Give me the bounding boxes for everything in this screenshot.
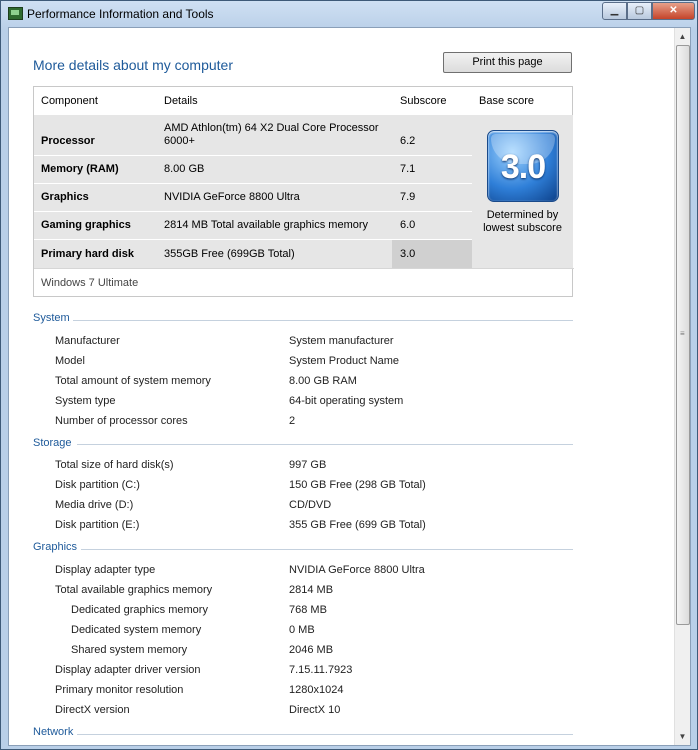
scrollbar-thumb[interactable]: ≡ [676,45,690,625]
component-subscore: 7.9 [400,191,416,203]
detail-label: Dedicated system memory [71,624,202,636]
detail-label: Primary monitor resolution [55,684,184,696]
section-title-graphics: Graphics [33,541,78,553]
detail-label: Manufacturer [55,335,120,347]
component-name: Graphics [41,191,89,203]
detail-value: 2 [289,415,296,427]
column-header-details: Details [164,95,198,107]
divider [34,268,574,269]
component-details: AMD Athlon(tm) 64 X2 Dual Core Processor… [164,122,379,147]
detail-label: Media drive (D:) [55,499,134,511]
detail-value: DirectX 10 [289,704,341,716]
column-header-subscore: Subscore [400,95,447,107]
section-divider [81,549,573,550]
section-divider [77,444,573,445]
component-details: 8.00 GB [164,163,205,175]
table-row: Memory (RAM) 8.00 GB 7.1 [34,156,472,183]
detail-label: Dedicated graphics memory [71,604,208,616]
detail-value: 1280x1024 [289,684,344,696]
maximize-icon: ▢ [634,5,645,16]
section-divider [73,320,573,321]
detail-value: System Product Name [289,355,400,367]
detail-value: 997 GB [289,459,327,471]
minimize-icon: ▁ [610,5,619,16]
detail-value: NVIDIA GeForce 8800 Ultra [289,564,425,576]
detail-label: DirectX version [55,704,130,716]
component-name: Memory (RAM) [41,163,119,175]
component-name: Primary hard disk [41,248,134,260]
component-subscore: 3.0 [400,248,416,260]
arrow-down-icon: ▼ [678,732,687,741]
close-button[interactable]: ✕ [652,2,695,20]
detail-label: Total amount of system memory [55,375,211,387]
table-row: Primary hard disk 355GB Free (699GB Tota… [34,240,472,268]
base-score-panel: 3.0 Determined by lowest subscore [472,115,573,268]
page-title: More details about my computer [33,57,233,73]
column-header-component: Component [41,95,98,107]
detail-value: 768 MB [289,604,327,616]
content-area: More details about my computer Print thi… [8,27,691,746]
component-details: 2814 MB Total available graphics memory [164,219,369,231]
table-row: Graphics NVIDIA GeForce 8800 Ultra 7.9 [34,184,472,211]
base-score-caption: Determined by lowest subscore [483,209,562,234]
base-score-badge: 3.0 [487,130,559,202]
arrow-up-icon: ▲ [678,32,687,41]
minimize-button[interactable]: ▁ [602,2,627,20]
print-button[interactable]: Print this page [443,52,572,73]
table-row: Gaming graphics 2814 MB Total available … [34,212,472,239]
component-subscore: 7.1 [400,163,416,175]
column-header-base-score: Base score [479,95,535,107]
detail-value: System manufacturer [289,335,394,347]
detail-value: CD/DVD [289,499,332,511]
title-bar[interactable]: Performance Information and Tools ▁ ▢ ✕ [1,1,697,27]
detail-label: Display adapter type [55,564,156,576]
detail-label: System type [55,395,116,407]
detail-value: 7.15.11.7923 [289,664,353,676]
detail-label: Number of processor cores [55,415,188,427]
detail-value: 355 GB Free (699 GB Total) [289,519,426,531]
section-title-network: Network [33,726,74,738]
scroll-down-button[interactable]: ▼ [676,729,689,744]
window-title: Performance Information and Tools [27,7,214,21]
close-icon: ✕ [669,5,678,16]
windows-edition: Windows 7 Ultimate [41,277,139,289]
detail-label: Total available graphics memory [55,584,213,596]
base-score-value: 3.0 [500,148,546,186]
component-name: Processor [41,135,95,147]
score-table: Component Details Subscore Base score Pr… [33,86,574,297]
table-row: Processor AMD Athlon(tm) 64 X2 Dual Core… [34,115,472,155]
component-name: Gaming graphics [41,219,131,231]
component-details: 355GB Free (699GB Total) [164,248,295,260]
detail-label: Total size of hard disk(s) [55,459,174,471]
maximize-button[interactable]: ▢ [627,2,652,20]
performance-window: Performance Information and Tools ▁ ▢ ✕ … [0,0,698,750]
detail-value: 2814 MB [289,584,334,596]
component-subscore: 6.2 [400,135,416,147]
scroll-up-button[interactable]: ▲ [676,29,689,44]
detail-value: 2046 MB [289,644,334,656]
detail-value: 150 GB Free (298 GB Total) [289,479,426,491]
section-divider [77,734,573,735]
component-subscore: 6.0 [400,219,416,231]
component-details: NVIDIA GeForce 8800 Ultra [164,191,300,203]
detail-value: 0 MB [289,624,315,636]
detail-label: Disk partition (E:) [55,519,140,531]
detail-label: Disk partition (C:) [55,479,140,491]
detail-value: 64-bit operating system [289,395,404,407]
detail-value: 8.00 GB RAM [289,375,357,387]
detail-label: Shared system memory [71,644,188,656]
grip-icon: ≡ [680,329,685,338]
vertical-scrollbar[interactable]: ▲ ≡ ▼ [674,28,690,745]
section-title-storage: Storage [33,437,72,449]
detail-label: Display adapter driver version [55,664,201,676]
section-title-system: System [33,312,70,324]
detail-label: Model [55,355,85,367]
app-icon [8,7,23,20]
